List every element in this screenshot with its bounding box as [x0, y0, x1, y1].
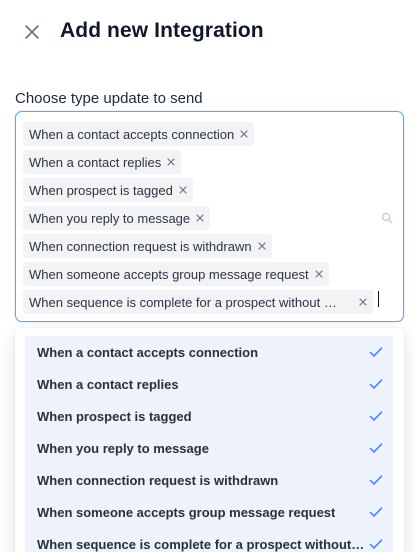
selected-chip: When sequence is complete for a prospect… [23, 290, 373, 314]
selected-chips: When a contact accepts connection When a… [23, 120, 383, 316]
chip-remove-button[interactable] [256, 240, 268, 252]
checkmark-icon [369, 379, 383, 389]
multi-select-input[interactable]: When a contact accepts connection When a… [15, 111, 404, 322]
chip-label: When sequence is complete for a prospect… [29, 294, 337, 310]
selected-chip: When someone accepts group message reque… [23, 262, 329, 286]
chip-label: When you reply to message [29, 210, 191, 226]
field-label: Choose type update to send [15, 90, 203, 107]
close-icon [240, 130, 248, 138]
option-label: When a contact accepts connection [37, 344, 259, 360]
dropdown-option[interactable]: When someone accepts group message reque… [25, 496, 393, 528]
checkmark-icon [369, 539, 383, 549]
chip-remove-button[interactable] [194, 212, 206, 224]
close-icon [257, 242, 266, 250]
close-button[interactable] [20, 20, 44, 44]
close-icon [25, 25, 39, 39]
dialog-header: Add new Integration [0, 0, 415, 64]
chip-label: When someone accepts group message reque… [29, 266, 309, 282]
dropdown-option[interactable]: When connection request is withdrawn [25, 464, 393, 496]
selected-chip: When a contact accepts connection [23, 122, 255, 146]
chip-remove-button[interactable] [313, 268, 325, 280]
selected-chip: When prospect is tagged [23, 178, 193, 202]
page-title: Add new Integration [60, 19, 264, 42]
chip-remove-button[interactable] [238, 128, 250, 140]
dropdown-option[interactable]: When sequence is complete for a prospect… [25, 528, 393, 552]
checkmark-icon [369, 507, 383, 517]
chip-label: When prospect is tagged [29, 182, 173, 198]
checkmark-icon [369, 411, 383, 421]
options-dropdown: When a contact accepts connection When a… [15, 328, 404, 552]
selected-chip: When a contact replies [23, 150, 182, 174]
option-label: When connection request is withdrawn [37, 472, 279, 488]
checkmark-icon [369, 475, 383, 485]
dropdown-option[interactable]: When a contact accepts connection [25, 336, 393, 368]
checkmark-icon [369, 443, 383, 453]
option-label: When you reply to message [37, 440, 209, 456]
dropdown-option[interactable]: When prospect is tagged [25, 400, 393, 432]
close-icon [179, 186, 187, 194]
option-label: When prospect is tagged [37, 408, 192, 424]
chip-label: When a contact replies [29, 154, 162, 170]
text-cursor [378, 291, 379, 307]
option-label: When a contact replies [37, 376, 179, 392]
chip-label: When connection request is withdrawn [29, 238, 252, 254]
selected-chip: When you reply to message [23, 206, 211, 230]
chip-remove-button[interactable] [357, 296, 369, 308]
checkmark-icon [369, 347, 383, 357]
chip-remove-button[interactable] [165, 156, 177, 168]
close-icon [167, 158, 175, 166]
chip-label: When a contact accepts connection [29, 126, 235, 142]
dropdown-option[interactable]: When a contact replies [25, 368, 393, 400]
selected-chip: When connection request is withdrawn [23, 234, 272, 258]
options-list: When a contact accepts connection When a… [25, 336, 393, 552]
search-icon [381, 211, 393, 224]
dropdown-option[interactable]: When you reply to message [25, 432, 393, 464]
close-icon [315, 270, 323, 278]
option-label: When someone accepts group message reque… [37, 504, 336, 520]
option-label: When sequence is complete for a prospect… [37, 536, 367, 552]
close-icon [359, 298, 367, 306]
close-icon [196, 214, 204, 222]
chip-remove-button[interactable] [177, 184, 189, 196]
